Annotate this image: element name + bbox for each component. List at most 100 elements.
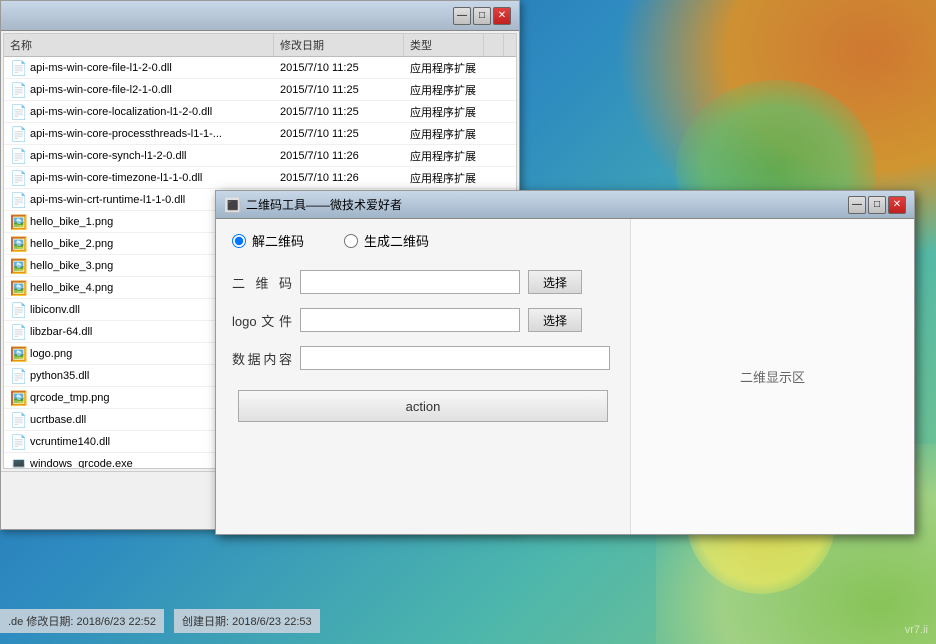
file-name: qrcode_tmp.png [30,392,110,404]
file-name: api-ms-win-core-localization-l1-2-0.dll [30,106,212,118]
qr-row: 二 维 码 选择 [232,270,614,294]
file-type: 应用程序扩展 [404,82,484,98]
logo-select-button[interactable]: 选择 [528,308,582,332]
file-name: api-ms-win-crt-runtime-l1-1-0.dll [30,194,185,206]
radio-decode-label: 解二维码 [252,231,304,250]
file-icon: 🖼️ [10,236,26,252]
file-type: 应用程序扩展 [404,104,484,120]
display-area-label: 二维显示区 [740,367,805,386]
file-icon: 📄 [10,126,26,142]
bottom-info-left: .de 修改日期: 2018/6/23 22:52 [0,609,164,633]
file-icon: 📄 [10,434,26,450]
dialog-maximize-button[interactable]: □ [868,196,886,214]
file-name: api-ms-win-core-file-l2-1-0.dll [30,84,172,96]
radio-generate-input[interactable] [344,234,358,248]
file-name: ucrtbase.dll [30,414,86,426]
file-icon: 📄 [10,302,26,318]
watermark: vr7.ii [905,624,928,636]
dialog-icon: 🔳 [224,197,240,213]
file-name: logo.png [30,348,72,360]
dialog-body: 解二维码 生成二维码 二 维 码 选择 logo文件 选择 [216,219,914,534]
file-name-cell: 📄 api-ms-win-core-synch-l1-2-0.dll [4,148,274,164]
radio-generate[interactable]: 生成二维码 [344,231,429,250]
file-icon: 📄 [10,192,26,208]
file-item[interactable]: 📄 api-ms-win-core-timezone-l1-1-0.dll 2015… [4,167,516,189]
explorer-close-button[interactable]: ✕ [493,7,511,25]
file-name-cell: 📄 api-ms-win-core-processthreads-l1-1-... [4,126,274,142]
dialog-close-button[interactable]: ✕ [888,196,906,214]
radio-decode-input[interactable] [232,234,246,248]
radio-group: 解二维码 生成二维码 [232,231,614,250]
file-name: api-ms-win-core-processthreads-l1-1-... [30,128,222,140]
file-name-cell: 📄api-ms-win-core-file-l2-1-0.dll [4,82,274,98]
file-name: api-ms-win-core-synch-l1-2-0.dll [30,150,186,162]
data-label: 数据内容 [232,349,292,368]
file-date: 2015/7/10 11:25 [274,62,404,74]
data-input[interactable] [300,346,610,370]
file-item[interactable]: 📄 api-ms-win-core-synch-l1-2-0.dll 2015/7/… [4,145,516,167]
explorer-minimize-button[interactable]: — [453,7,471,25]
radio-decode[interactable]: 解二维码 [232,231,304,250]
file-name: api-ms-win-core-timezone-l1-1-0.dll [30,172,202,184]
file-date: 2015/7/10 11:25 [274,128,404,140]
col-modified: 修改日期 [274,34,404,56]
logo-label: logo文件 [232,311,292,330]
file-name: api-ms-win-core-file-l1-2-0.dll [30,62,172,74]
file-type: 应用程序扩展 [404,170,484,186]
file-date: 2015/7/10 11:26 [274,172,404,184]
qr-label: 二 维 码 [232,273,292,292]
file-icon: 📄 [10,60,26,76]
file-item[interactable]: 📄api-ms-win-core-file-l2-1-0.dll2015/7/1… [4,79,516,101]
dialog-title: 二维码工具——微技术爱好者 [246,196,846,213]
file-type: 应用程序扩展 [404,126,484,142]
explorer-titlebar: — □ ✕ [1,1,519,31]
file-icon: 🖼️ [10,258,26,274]
file-name: hello_bike_2.png [30,238,113,250]
bottom-info: .de 修改日期: 2018/6/23 22:52 创建日期: 2018/6/2… [0,598,520,644]
desktop: — □ ✕ 名称 修改日期 类型 📄api-ms-win-core-file-l… [0,0,936,644]
data-row: 数据内容 [232,346,614,370]
file-icon: 📄 [10,104,26,120]
file-name: libiconv.dll [30,304,80,316]
dialog-minimize-button[interactable]: — [848,196,866,214]
file-name: vcruntime140.dll [30,436,110,448]
file-item[interactable]: 📄 api-ms-win-core-file-l1-2-0.dll 2015/7/1… [4,57,516,79]
file-name-cell: 📄 api-ms-win-core-localization-l1-2-0.dll [4,104,274,120]
dialog-titlebar: 🔳 二维码工具——微技术爱好者 — □ ✕ [216,191,914,219]
file-name: hello_bike_1.png [30,216,113,228]
file-list-header: 名称 修改日期 类型 [4,34,516,57]
file-name-cell: 📄 api-ms-win-core-file-l1-2-0.dll [4,60,274,76]
file-name: hello_bike_4.png [30,282,113,294]
file-item[interactable]: 📄 api-ms-win-core-localization-l1-2-0.dll… [4,101,516,123]
file-item[interactable]: 📄 api-ms-win-core-processthreads-l1-1-...… [4,123,516,145]
file-name: windows_qrcode.exe [30,458,133,470]
bottom-info-right: 创建日期: 2018/6/23 22:53 [174,609,320,633]
file-icon: 📄 [10,170,26,186]
file-icon: 📄 [10,412,26,428]
file-icon: 🖼️ [10,280,26,296]
logo-input[interactable] [300,308,520,332]
dialog-window: 🔳 二维码工具——微技术爱好者 — □ ✕ 解二维码 生成二维码 [215,190,915,535]
qr-select-button[interactable]: 选择 [528,270,582,294]
dialog-left: 解二维码 生成二维码 二 维 码 选择 logo文件 选择 [216,219,631,534]
file-icon: 💻 [10,456,26,470]
file-date: 2015/7/10 11:26 [274,150,404,162]
file-icon: 📄 [10,324,26,340]
radio-generate-label: 生成二维码 [364,231,429,250]
action-button[interactable]: action [238,390,608,422]
file-icon: 🖼️ [10,346,26,362]
col-extra [484,34,504,56]
file-date: 2015/7/10 11:25 [274,106,404,118]
qr-input[interactable] [300,270,520,294]
col-name: 名称 [4,34,274,56]
file-icon: 🖼️ [10,214,26,230]
file-icon: 🖼️ [10,390,26,406]
dialog-right: 二维显示区 [631,219,914,534]
action-row: action [232,390,614,422]
file-date: 2015/7/10 11:25 [274,84,404,96]
explorer-maximize-button[interactable]: □ [473,7,491,25]
col-type: 类型 [404,34,484,56]
file-name: hello_bike_3.png [30,260,113,272]
file-type: 应用程序扩展 [404,148,484,164]
file-icon: 📄 [10,148,26,164]
